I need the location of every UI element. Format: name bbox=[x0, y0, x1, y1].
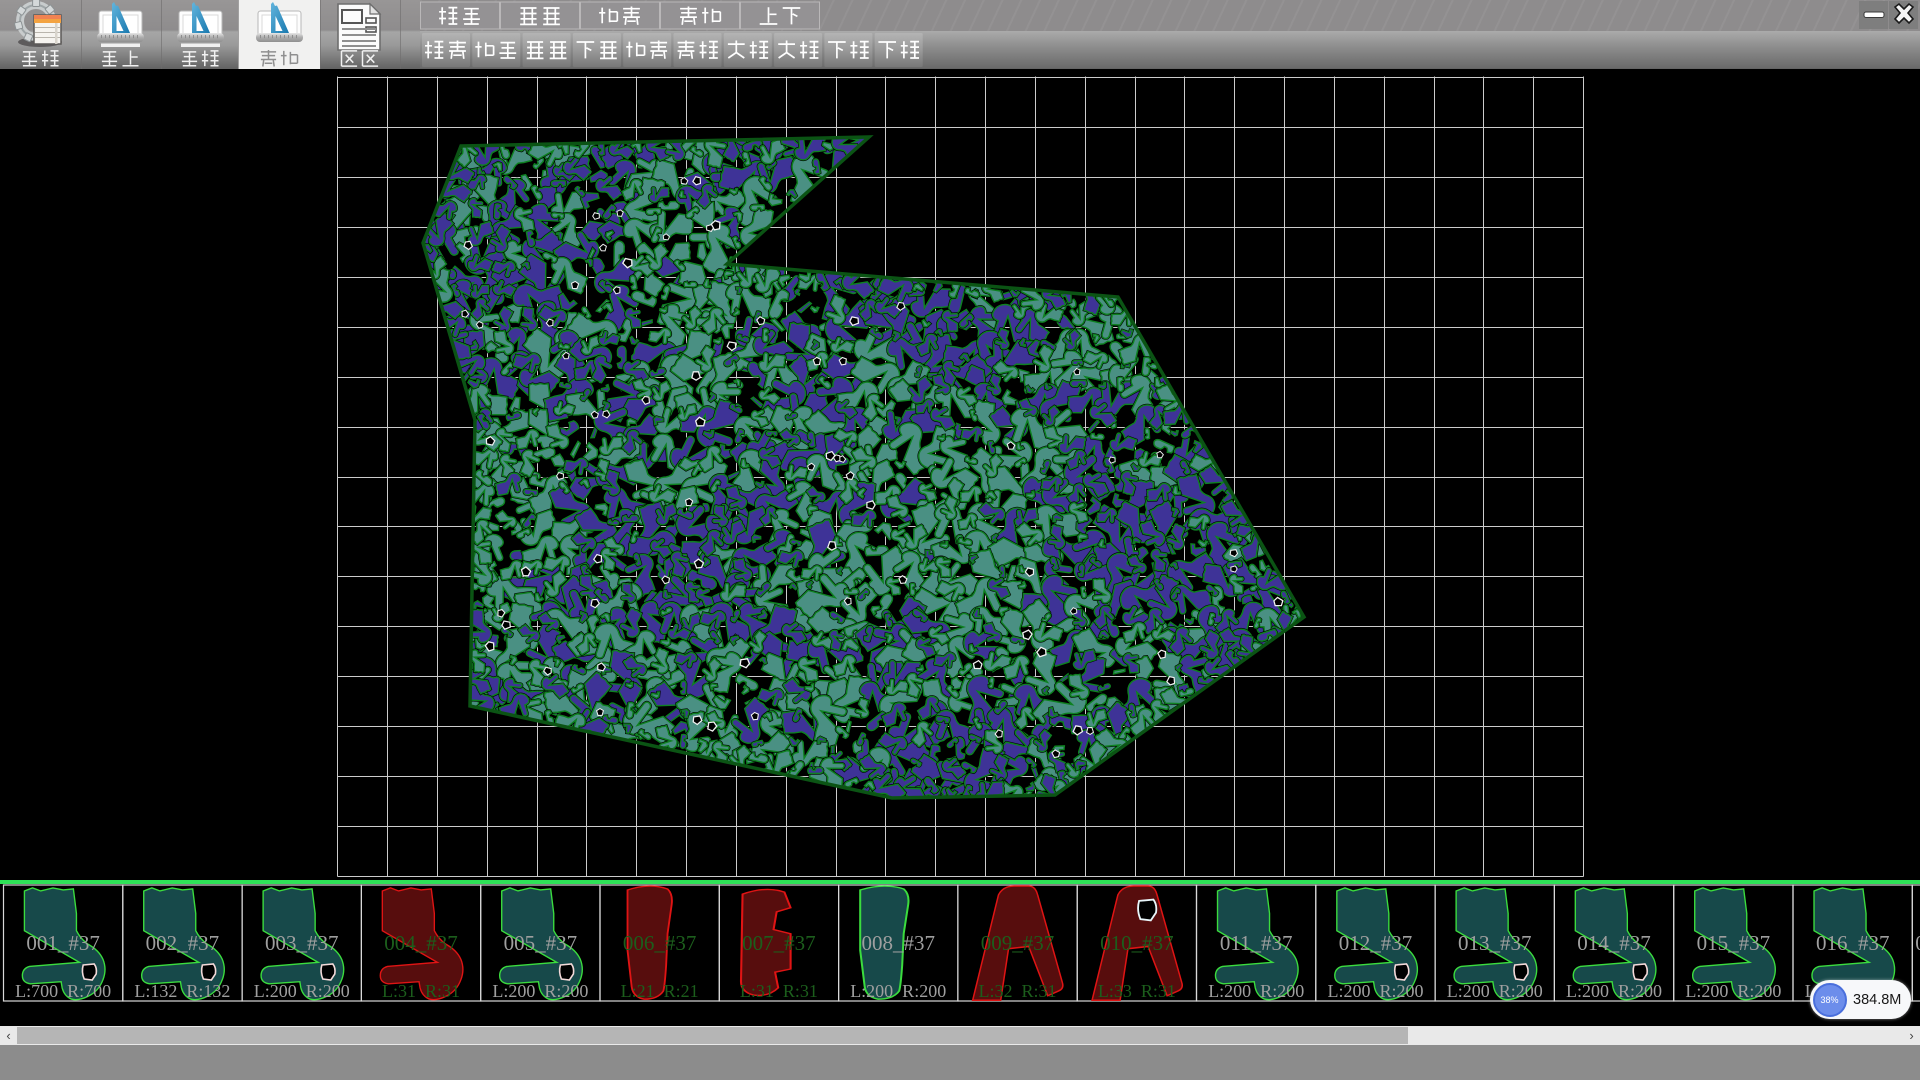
svg-text:L:31 R:31: L:31 R:31 bbox=[382, 981, 460, 1001]
svg-text:009_#37: 009_#37 bbox=[981, 931, 1055, 955]
svg-text:L:21 R:21: L:21 R:21 bbox=[621, 981, 699, 1001]
svg-text:L:700 R:700: L:700 R:700 bbox=[15, 981, 111, 1001]
svg-text:012_#37: 012_#37 bbox=[1339, 931, 1413, 955]
svg-text:003_#37: 003_#37 bbox=[265, 931, 339, 955]
svg-text:011_#37: 011_#37 bbox=[1220, 931, 1293, 955]
svg-text:004_#37: 004_#37 bbox=[384, 931, 458, 955]
svg-text:L:200 R:200: L:200 R:200 bbox=[492, 981, 588, 1001]
svg-text:015_#37: 015_#37 bbox=[1697, 931, 1771, 955]
svg-text:L:200 R:200: L:200 R:200 bbox=[1685, 981, 1781, 1001]
svg-text:L:132 R:132: L:132 R:132 bbox=[134, 981, 230, 1001]
svg-text:008_#37: 008_#37 bbox=[861, 931, 935, 955]
svg-text:005_#37: 005_#37 bbox=[504, 931, 578, 955]
svg-text:010_#37: 010_#37 bbox=[1100, 931, 1174, 955]
svg-text:006_#37: 006_#37 bbox=[623, 931, 697, 955]
svg-text:L:31 R:31: L:31 R:31 bbox=[740, 981, 818, 1001]
svg-text:013_#37: 013_#37 bbox=[1458, 931, 1532, 955]
svg-text:L:200 R:200: L:200 R:200 bbox=[1327, 981, 1423, 1001]
svg-text:001_#37: 001_#37 bbox=[26, 931, 100, 955]
svg-text:L:200 R:200: L:200 R:200 bbox=[1208, 981, 1304, 1001]
svg-text:014_#37: 014_#37 bbox=[1577, 931, 1651, 955]
svg-text:016_#37: 016_#37 bbox=[1816, 931, 1890, 955]
svg-text:L:32 R:31: L:32 R:31 bbox=[978, 981, 1056, 1001]
svg-text:002_#37: 002_#37 bbox=[146, 931, 220, 955]
svg-text:0: 0 bbox=[1915, 931, 1920, 955]
svg-text:007_#37: 007_#37 bbox=[742, 931, 816, 955]
svg-text:L:33 R:31: L:33 R:31 bbox=[1098, 981, 1176, 1001]
svg-text:L:200 R:200: L:200 R:200 bbox=[254, 981, 350, 1001]
svg-text:L:200 R:200: L:200 R:200 bbox=[850, 981, 946, 1001]
svg-text:L:200 R:200: L:200 R:200 bbox=[1447, 981, 1543, 1001]
svg-text:L:200 R:200: L:200 R:200 bbox=[1566, 981, 1662, 1001]
